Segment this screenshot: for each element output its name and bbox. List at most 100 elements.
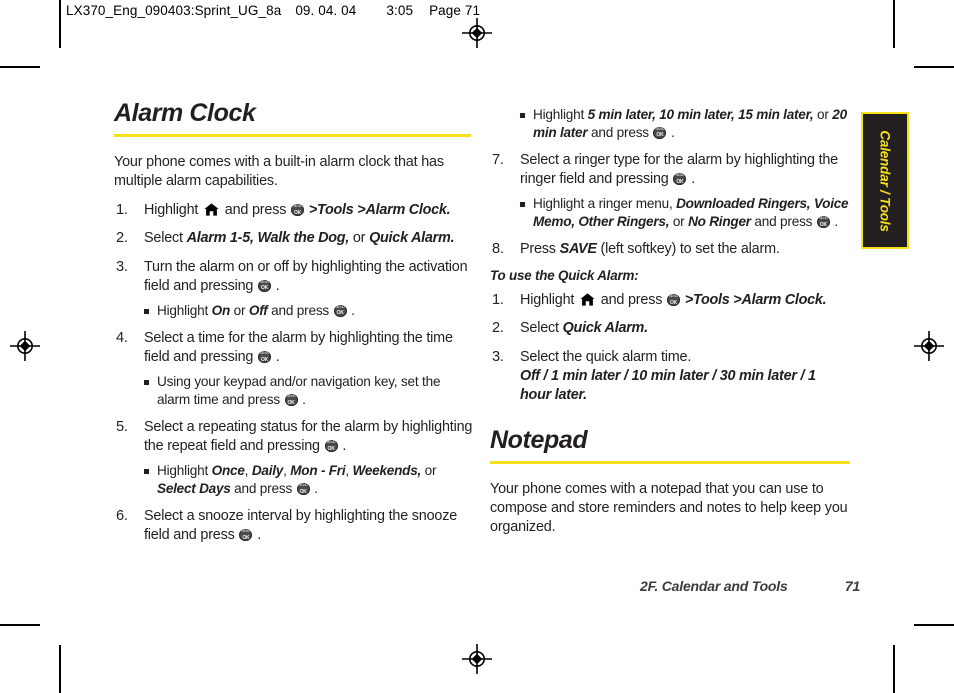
step-item: 8. Press SAVE (left softkey) to set the a… xyxy=(490,240,850,259)
step-text: Select the quick alarm time. xyxy=(520,348,692,365)
slug-date: 09. 04. 04 xyxy=(295,3,357,18)
emphasis-text: >Tools >Alarm Clock. xyxy=(308,202,451,219)
menu-ok-key-icon xyxy=(284,394,298,407)
crop-mark-bottom-left-vertical xyxy=(59,645,61,693)
thumb-tab-label: Calendar / Tools xyxy=(877,129,893,232)
menu-ok-key-icon xyxy=(324,440,338,453)
step-number: 5. xyxy=(116,419,128,436)
emphasis-text: Once xyxy=(211,463,245,479)
step-text: Select a snooze interval by highlighting… xyxy=(144,508,457,543)
menu-ok-key-icon xyxy=(816,216,830,229)
step-text: Highlight and press >Tools >Alarm Clock. xyxy=(144,202,451,219)
step-bullet-item: Highlight Once, Daily, Mon - Fri, Weeken… xyxy=(144,462,474,498)
left-column: Alarm Clock Your phone comes with a buil… xyxy=(114,100,474,555)
step-bullet-list: Highlight On or Off and press . xyxy=(144,302,474,320)
slug-page-label: Page 71 xyxy=(429,3,481,18)
crop-mark-right-top-horizontal xyxy=(914,66,954,68)
step-text: Select a time for the alarm by highlight… xyxy=(144,330,453,365)
menu-ok-key-icon xyxy=(333,304,347,317)
menu-ok-key-icon xyxy=(673,173,687,186)
crop-mark-top-right-vertical xyxy=(893,0,895,48)
step-bullet-list: Highlight Once, Daily, Mon - Fri, Weeken… xyxy=(144,462,474,498)
step-bullet-list: Highlight a ringer menu, Downloaded Ring… xyxy=(520,195,850,231)
registration-mark-right xyxy=(914,331,944,361)
steps-list-quick-alarm: 1. Highlight and press >Tools >Alarm Cloc… xyxy=(490,291,850,405)
step-sub-line: Off / 1 min later / 10 min later / 30 mi… xyxy=(520,367,816,403)
steps-list-alarm-clock: 1. Highlight and press >Tools >Alarm Cloc… xyxy=(114,201,474,545)
crop-mark-left-bottom-horizontal xyxy=(0,624,40,626)
step-number: 4. xyxy=(116,329,128,346)
step-item: 2. Select Quick Alarm. xyxy=(490,319,850,338)
page-title-notepad: Notepad xyxy=(490,426,588,454)
registration-mark-left xyxy=(10,331,40,361)
menu-ok-key-icon xyxy=(258,351,271,363)
crop-mark-left-top-horizontal xyxy=(0,66,40,68)
emphasis-text: Off xyxy=(248,302,268,318)
step-item: 4. Select a time for the alarm by highlig… xyxy=(114,329,474,409)
emphasis-text: SAVE xyxy=(559,241,597,258)
prepress-slug: LX370_Eng_090403:Sprint_UG_8a 09. 04. 04 3… xyxy=(66,3,480,18)
home-key-icon xyxy=(580,293,595,306)
step-number: 3. xyxy=(492,348,504,365)
step-bullet-group: Highlight 5 min later, 10 min later, 15 … xyxy=(490,106,850,142)
step-number: 1. xyxy=(116,202,128,219)
emphasis-text: Mon - Fri xyxy=(290,463,346,479)
step-item: 3. Select the quick alarm time. Off / 1 mi… xyxy=(490,348,850,405)
page-footer: 2F. Calendar and Tools 71 xyxy=(640,578,860,594)
emphasis-text: Daily xyxy=(251,463,284,479)
crop-mark-right-bottom-horizontal xyxy=(914,624,954,626)
step-number: 8. xyxy=(492,241,504,258)
step-item: 1. Highlight and press >Tools >Alarm Cloc… xyxy=(490,291,850,310)
step-bullet-list: Highlight 5 min later, 10 min later, 15 … xyxy=(520,106,850,142)
emphasis-text: >Tools >Alarm Clock. xyxy=(684,292,827,309)
registration-mark-bottom xyxy=(462,644,492,674)
step-text: Select a repeating status for the alarm … xyxy=(144,419,472,454)
emphasis-text: Alarm 1-5, Walk the Dog, xyxy=(186,230,350,247)
step-item: 3. Turn the alarm on or off by highlighti… xyxy=(114,258,474,320)
emphasis-text: 5 min later, 10 min later, 15 min later, xyxy=(587,107,814,122)
step-bullet-list: Using your keypad and/or navigation key,… xyxy=(144,373,474,409)
crop-mark-bottom-right-vertical xyxy=(893,645,895,693)
step-text: Select Alarm 1-5, Walk the Dog, or Quick… xyxy=(144,230,455,247)
menu-ok-key-icon xyxy=(653,126,667,139)
step-text: Select Quick Alarm. xyxy=(520,320,649,337)
slug-time: 3:05 xyxy=(386,3,414,18)
right-column: Highlight 5 min later, 10 min later, 15 … xyxy=(490,100,850,547)
emphasis-text: Weekends, xyxy=(352,463,422,479)
step-text: Press SAVE (left softkey) to set the ala… xyxy=(520,241,780,258)
footer-chapter: 2F. Calendar and Tools xyxy=(640,578,788,594)
step-number: 2. xyxy=(116,230,128,247)
slug-filename: LX370_Eng_090403:Sprint_UG_8a xyxy=(66,3,282,18)
step-item: 1. Highlight and press >Tools >Alarm Cloc… xyxy=(114,201,474,220)
step-number: 7. xyxy=(492,151,504,168)
crop-mark-top-left-vertical xyxy=(59,0,61,48)
step-number: 6. xyxy=(116,508,128,525)
emphasis-text: On xyxy=(211,302,231,318)
step-item: 2. Select Alarm 1-5, Walk the Dog, or Qui… xyxy=(114,229,474,248)
menu-ok-key-icon xyxy=(667,294,680,307)
emphasis-text: Quick Alarm. xyxy=(562,320,649,337)
home-key-icon xyxy=(204,203,219,216)
title-rule-notepad xyxy=(490,461,850,465)
registration-mark-top xyxy=(462,18,492,48)
step-text: Turn the alarm on or off by highlighting… xyxy=(144,259,468,294)
emphasis-text: No Ringer xyxy=(688,214,751,230)
menu-ok-key-icon xyxy=(239,529,253,542)
menu-ok-key-icon xyxy=(296,483,310,496)
menu-ok-key-icon xyxy=(258,279,271,292)
lead-in-quick-alarm: To use the Quick Alarm: xyxy=(490,268,639,284)
page-title-alarm-clock: Alarm Clock xyxy=(114,99,256,127)
step-item: 7. Select a ringer type for the alarm by … xyxy=(490,151,850,231)
step-item: 6. Select a snooze interval by highlighti… xyxy=(114,507,474,545)
step-text: Highlight and press >Tools >Alarm Clock. xyxy=(520,292,827,309)
intro-paragraph-notepad: Your phone comes with a notepad that you… xyxy=(490,481,848,536)
emphasis-text: Select Days xyxy=(157,481,231,497)
step-number: 1. xyxy=(492,292,504,309)
steps-list-alarm-clock-continued: Highlight 5 min later, 10 min later, 15 … xyxy=(490,106,850,259)
step-text: Select a ringer type for the alarm by hi… xyxy=(520,152,838,187)
title-rule-alarm-clock xyxy=(114,134,471,138)
step-number: 3. xyxy=(116,258,128,275)
emphasis-text: Quick Alarm. xyxy=(369,230,455,247)
step-bullet-item: Using your keypad and/or navigation key,… xyxy=(144,373,474,409)
step-bullet-item: Highlight 5 min later, 10 min later, 15 … xyxy=(520,106,850,142)
